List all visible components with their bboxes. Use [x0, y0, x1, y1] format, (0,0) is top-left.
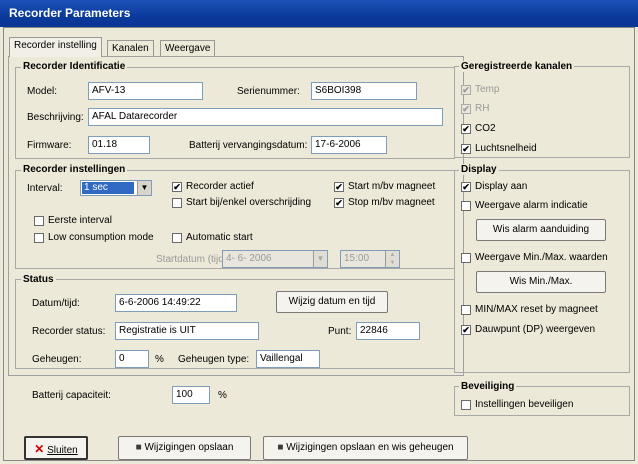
start-time-value: 15:00	[344, 253, 370, 264]
clear-minmax-button[interactable]: Wis Min./Max.	[476, 271, 606, 293]
firmware-field[interactable]: 01.18	[88, 136, 150, 154]
save-label: Wijzigingen opslaan	[144, 442, 234, 453]
point-field[interactable]: 22846	[356, 322, 420, 340]
memory-field[interactable]: 0	[115, 350, 149, 368]
datetime-label: Datum/tijd:	[32, 298, 80, 309]
recorder-active-label: Recorder actief	[186, 181, 254, 192]
description-field[interactable]: AFAL Datarecorder	[88, 108, 443, 126]
memory-label: Geheugen:	[32, 354, 82, 365]
close-button[interactable]: ✕ Sluiten	[24, 436, 88, 460]
serial-field[interactable]: S6BOI398	[311, 82, 417, 100]
alarm-indication-label: Weergave alarm indicatie	[475, 200, 588, 211]
channel-co2-label: CO2	[475, 123, 496, 134]
security-title: Beveiliging	[459, 381, 517, 392]
save-button[interactable]: ■ Wijzigingen opslaan	[118, 436, 251, 460]
channel-rh-label: RH	[475, 103, 490, 114]
serial-label: Serienummer:	[237, 86, 300, 97]
minmax-show-label: Weergave Min./Max. waarden	[475, 252, 608, 263]
start-date-field[interactable]: 4- 6- 2006 ▼	[222, 250, 328, 268]
tab-kanalen[interactable]: Kanalen	[107, 40, 154, 56]
dewpoint-label: Dauwpunt (DP) weergeven	[475, 324, 596, 335]
channel-temp-checkbox[interactable]: ✔	[461, 85, 471, 95]
minmax-reset-label: MIN/MAX reset by magneet	[475, 304, 598, 315]
write-datetime-button[interactable]: Wijzig datum en tijd	[276, 291, 388, 313]
save-clear-memory-label: Wijzigingen opslaan en wis geheugen	[286, 442, 454, 453]
channel-co2-checkbox[interactable]: ✔	[461, 124, 471, 134]
start-date-label: Startdatum (tijd):	[156, 254, 230, 265]
tab-weergave[interactable]: Weergave	[160, 40, 216, 56]
firmware-label: Firmware:	[27, 140, 72, 151]
battery-date-field[interactable]: 17-6-2006	[311, 136, 387, 154]
battery-capacity-field[interactable]: 100	[172, 386, 210, 404]
low-consumption-checkbox[interactable]	[34, 233, 44, 243]
dewpoint-checkbox[interactable]: ✔	[461, 325, 471, 335]
start-exceed-checkbox[interactable]	[172, 198, 182, 208]
channel-air-label: Luchtsnelheid	[475, 143, 537, 154]
identification-title: Recorder Identificatie	[21, 61, 128, 72]
display-on-label: Display aan	[475, 181, 528, 192]
clear-alarm-button[interactable]: Wis alarm aanduiding	[476, 219, 606, 241]
model-label: Model:	[27, 86, 58, 97]
tab-recorder-instelling[interactable]: Recorder instelling	[9, 37, 102, 57]
start-exceed-label: Start bij/enkel overschrijding	[186, 197, 312, 208]
settings-title: Recorder instellingen	[21, 164, 128, 175]
start-time-field[interactable]: 15:00 ▲ ▼	[340, 250, 400, 268]
save-clear-memory-button[interactable]: ■ Wijzigingen opslaan en wis geheugen	[263, 436, 468, 460]
minmax-reset-checkbox[interactable]	[461, 305, 471, 315]
point-label: Punt:	[328, 326, 352, 337]
interval-label: Interval:	[27, 183, 63, 194]
channels-title: Geregistreerde kanalen	[459, 61, 575, 72]
display-on-checkbox[interactable]: ✔	[461, 182, 471, 192]
recorder-status-field[interactable]: Registratie is UIT	[115, 322, 259, 340]
memory-unit: %	[155, 354, 164, 365]
save-clear-person-icon: ■	[277, 442, 284, 453]
description-label: Beschrijving:	[27, 112, 84, 123]
battery-capacity-label: Batterij capaciteit:	[32, 390, 111, 401]
first-interval-label: Eerste interval	[48, 215, 112, 226]
battery-date-label: Batterij vervangingsdatum:	[189, 140, 308, 151]
alarm-indication-checkbox[interactable]	[461, 201, 471, 211]
time-spinner-icon[interactable]: ▲ ▼	[385, 251, 399, 267]
interval-value: 1 sec	[82, 182, 134, 194]
calendar-dropdown-icon[interactable]: ▼	[313, 251, 327, 267]
recorder-active-checkbox[interactable]: ✔	[172, 182, 182, 192]
interval-select[interactable]: 1 sec ▼	[80, 180, 152, 196]
stop-magnet-checkbox[interactable]: ✔	[334, 198, 344, 208]
close-label: Sluiten	[47, 445, 78, 456]
channel-rh-checkbox[interactable]: ✔	[461, 104, 471, 114]
save-person-icon: ■	[135, 442, 142, 453]
minmax-show-checkbox[interactable]	[461, 253, 471, 263]
stop-magnet-label: Stop m/bv magneet	[348, 197, 435, 208]
datetime-field[interactable]: 6-6-2006 14:49:22	[115, 294, 237, 312]
automatic-start-checkbox[interactable]	[172, 233, 182, 243]
chevron-down-icon[interactable]: ▼	[137, 181, 151, 195]
status-title: Status	[21, 274, 56, 285]
protect-settings-checkbox[interactable]	[461, 400, 471, 410]
start-magnet-checkbox[interactable]: ✔	[334, 182, 344, 192]
model-field[interactable]: AFV-13	[88, 82, 203, 100]
close-icon: ✕	[34, 442, 45, 456]
display-title: Display	[459, 164, 499, 175]
first-interval-checkbox[interactable]	[34, 216, 44, 226]
recorder-status-label: Recorder status:	[32, 326, 106, 337]
start-date-value: 4- 6- 2006	[226, 253, 272, 264]
battery-capacity-unit: %	[218, 390, 227, 401]
low-consumption-label: Low consumption mode	[48, 232, 154, 243]
start-magnet-label: Start m/bv magneet	[348, 181, 436, 192]
channel-temp-label: Temp	[475, 84, 500, 95]
window-title: Recorder Parameters	[0, 0, 638, 27]
memory-type-label: Geheugen type:	[178, 354, 250, 365]
automatic-start-label: Automatic start	[186, 232, 253, 243]
protect-settings-label: Instellingen beveiligen	[475, 399, 574, 410]
channel-air-checkbox[interactable]: ✔	[461, 144, 471, 154]
memory-type-field[interactable]: Vaillengal	[256, 350, 320, 368]
